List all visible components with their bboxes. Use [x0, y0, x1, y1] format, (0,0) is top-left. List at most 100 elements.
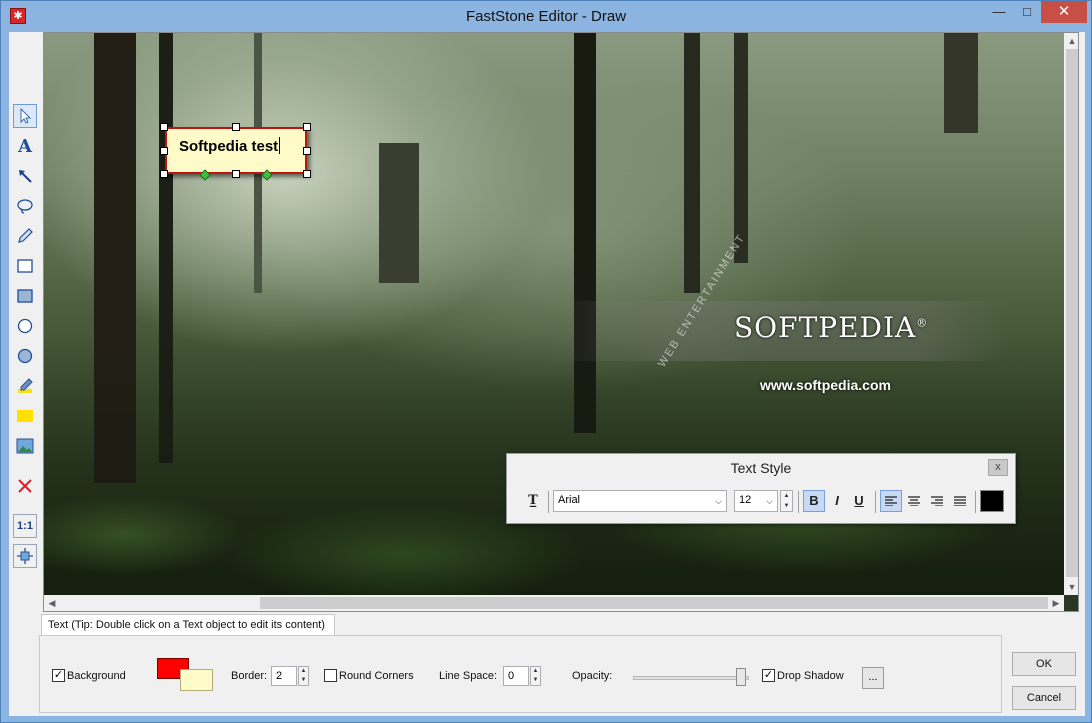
ok-button[interactable]: OK: [1012, 652, 1076, 676]
pencil-tool-button[interactable]: [13, 224, 37, 248]
vertical-scroll-thumb[interactable]: [1066, 49, 1078, 577]
softpedia-url: www.softpedia.com: [760, 377, 891, 393]
softpedia-logo: SOFTPEDIA®: [734, 311, 929, 344]
italic-button[interactable]: I: [826, 490, 848, 512]
maximize-button[interactable]: □: [1014, 1, 1040, 23]
fit-to-window-button[interactable]: [13, 544, 37, 568]
drop-shadow-checkbox[interactable]: ✓: [762, 669, 775, 682]
text-object[interactable]: Softpedia test: [165, 127, 307, 174]
scroll-left-arrow[interactable]: ◀: [44, 595, 60, 611]
opacity-label: Opacity:: [572, 670, 613, 682]
align-right-icon: [931, 496, 943, 507]
scroll-down-arrow[interactable]: ▼: [1064, 579, 1078, 595]
align-right-button[interactable]: [926, 490, 948, 512]
shadow-options-button[interactable]: ...: [862, 667, 884, 689]
resize-handle-ne[interactable]: [303, 123, 311, 131]
chevron-down-icon: ⌵: [766, 496, 773, 506]
scroll-up-arrow[interactable]: ▲: [1064, 33, 1078, 49]
ellipse-outline-icon: [17, 318, 33, 334]
border-width-field[interactable]: 2: [271, 666, 297, 686]
drawing-canvas[interactable]: SOFTPEDIA® www.softpedia.com WEB ENTERTA…: [43, 32, 1079, 612]
image-icon: [16, 438, 34, 454]
separator: [548, 491, 549, 513]
fill-color-swatch[interactable]: [180, 669, 213, 691]
tree-trunk: [734, 33, 748, 263]
horizontal-scrollbar[interactable]: ◀ ▶: [44, 595, 1064, 611]
bold-button[interactable]: B: [803, 490, 825, 512]
close-button[interactable]: ✕: [1041, 1, 1087, 23]
draw-toolbar: A 1:1: [9, 32, 43, 612]
actual-size-button[interactable]: 1:1: [13, 514, 37, 538]
line-space-field[interactable]: 0: [503, 666, 529, 686]
resize-handle-n[interactable]: [232, 123, 240, 131]
chevron-down-icon: ⌵: [715, 496, 722, 506]
font-size-select[interactable]: 12 ⌵: [734, 490, 778, 512]
resize-handle-sw[interactable]: [160, 170, 168, 178]
border-label: Border:: [231, 670, 268, 682]
fill-tool-button[interactable]: [13, 404, 37, 428]
align-center-icon: [908, 496, 920, 507]
title-bar[interactable]: ✱ FastStone Editor - Draw — □ ✕: [1, 1, 1091, 32]
resize-handle-s[interactable]: [232, 170, 240, 178]
tree-trunk: [944, 33, 978, 133]
opacity-slider-track[interactable]: [633, 676, 749, 680]
select-tool-button[interactable]: [13, 104, 37, 128]
highlighter-tool-button[interactable]: [13, 374, 37, 398]
client-area: A 1:1 SOFTPEDIA® www.softpedia.com WEB E…: [9, 32, 1085, 716]
cancel-button[interactable]: Cancel: [1012, 686, 1076, 710]
horizontal-scroll-thumb[interactable]: [260, 597, 1048, 609]
round-corners-checkbox[interactable]: [324, 669, 337, 682]
actual-size-label: 1:1: [17, 520, 33, 532]
arrow-tool-button[interactable]: [13, 164, 37, 188]
filled-ellipse-tool-button[interactable]: [13, 344, 37, 368]
scroll-right-arrow[interactable]: ▶: [1048, 595, 1064, 611]
minimize-button[interactable]: —: [986, 1, 1012, 23]
text-style-row: T̲ Arial ⌵ 12 ⌵ ▲ ▼ B I U: [507, 489, 1017, 515]
line-space-spinner[interactable]: ▲ ▼: [530, 666, 541, 686]
round-corners-label: Round Corners: [339, 670, 414, 682]
resize-handle-nw[interactable]: [160, 123, 168, 131]
text-caret: [279, 137, 281, 154]
text-A-icon: A: [18, 135, 32, 157]
background-checkbox[interactable]: ✓: [52, 669, 65, 682]
border-width-spinner[interactable]: ▲ ▼: [298, 666, 309, 686]
tab-text-options[interactable]: Text (Tip: Double click on a Text object…: [41, 614, 335, 636]
text-object-content[interactable]: Softpedia test: [179, 137, 281, 155]
tree-stump: [379, 143, 419, 283]
line-space-label: Line Space:: [439, 670, 498, 682]
align-center-button[interactable]: [903, 490, 925, 512]
filled-rectangle-tool-button[interactable]: [13, 284, 37, 308]
resize-handle-w[interactable]: [160, 147, 168, 155]
vertical-scrollbar[interactable]: ▲ ▼: [1064, 33, 1078, 595]
text-format-icon[interactable]: T̲: [522, 490, 544, 512]
underline-button[interactable]: U: [848, 490, 870, 512]
font-size-spinner[interactable]: ▲ ▼: [780, 490, 793, 512]
separator: [875, 491, 876, 513]
rectangle-tool-button[interactable]: [13, 254, 37, 278]
ellipse-filled-icon: [17, 348, 33, 364]
text-color-swatch[interactable]: [980, 490, 1004, 512]
background-label: Background: [67, 670, 126, 682]
red-x-icon: [18, 479, 32, 493]
resize-handle-se[interactable]: [303, 170, 311, 178]
align-left-button[interactable]: [880, 490, 902, 512]
lasso-tool-button[interactable]: [13, 194, 37, 218]
text-tool-button[interactable]: A: [13, 134, 37, 158]
align-left-icon: [885, 496, 897, 507]
text-style-close-button[interactable]: x: [988, 459, 1008, 476]
opacity-slider-thumb[interactable]: [736, 668, 746, 686]
justify-icon: [954, 496, 966, 507]
rectangle-outline-icon: [17, 259, 33, 273]
resize-handle-e[interactable]: [303, 147, 311, 155]
justify-button[interactable]: [949, 490, 971, 512]
tree-trunk: [684, 33, 700, 293]
delete-tool-button[interactable]: [13, 474, 37, 498]
window-title: FastStone Editor - Draw: [465, 8, 627, 25]
pointer-icon: [20, 108, 32, 124]
text-style-title: Text Style: [730, 460, 792, 476]
ellipse-tool-button[interactable]: [13, 314, 37, 338]
arrow-icon: [19, 170, 32, 183]
drop-shadow-label: Drop Shadow: [777, 670, 844, 682]
font-select[interactable]: Arial ⌵: [553, 490, 727, 512]
image-tool-button[interactable]: [13, 434, 37, 458]
